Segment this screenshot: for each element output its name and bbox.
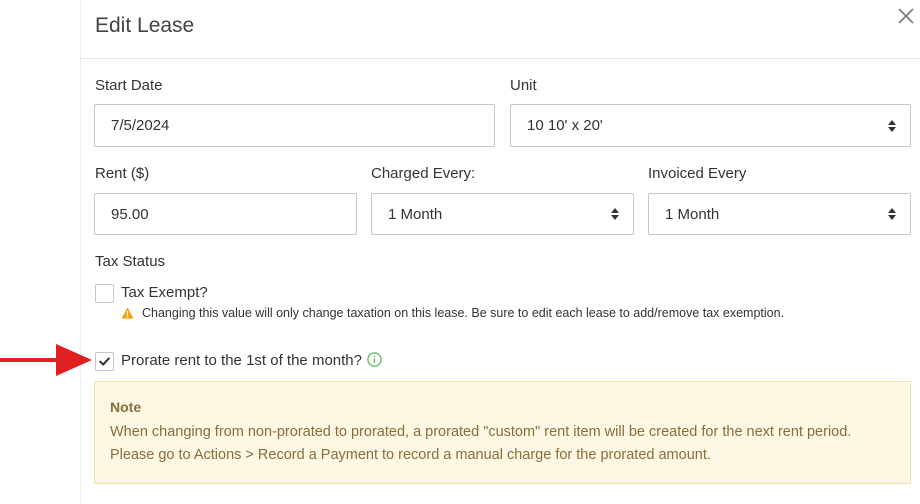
warning-triangle-icon [121,307,134,319]
start-date-input[interactable] [111,117,478,134]
close-icon [898,8,914,24]
select-arrows-icon [611,208,619,220]
prorate-checkbox[interactable] [95,352,114,371]
close-button[interactable] [894,4,918,28]
header-divider [80,58,920,59]
unit-label: Unit [510,77,537,94]
unit-select-value: 10 10' x 20' [527,117,603,134]
rent-field[interactable] [94,193,357,235]
prorate-note-box: Note When changing from non-prorated to … [94,381,911,484]
invoiced-every-value: 1 Month [665,205,720,223]
charged-every-select[interactable]: 1 Month [371,193,634,235]
charged-every-value: 1 Month [388,205,443,223]
select-arrows-icon [888,208,896,220]
start-date-field[interactable] [94,104,495,147]
tax-exempt-checkbox[interactable] [95,284,114,303]
prorate-label[interactable]: Prorate rent to the 1st of the month? [121,352,362,369]
rent-label: Rent ($) [95,165,150,182]
invoiced-every-select[interactable]: 1 Month [648,193,911,235]
rent-input[interactable] [111,205,340,223]
note-title: Note [110,399,142,415]
dialog-title: Edit Lease [95,14,195,37]
tax-status-label: Tax Status [95,253,166,270]
start-date-label: Start Date [95,77,163,94]
dialog-left-edge [80,0,81,504]
red-arrow-annotation [0,344,92,376]
tax-exempt-warning: Changing this value will only change tax… [121,306,784,320]
unit-select[interactable]: 10 10' x 20' [510,104,911,147]
invoiced-every-label: Invoiced Every [648,165,747,182]
tax-exempt-warning-text: Changing this value will only change tax… [142,306,785,320]
select-arrows-icon [888,119,896,132]
charged-every-label: Charged Every: [371,165,476,182]
tax-exempt-label[interactable]: Tax Exempt? [121,284,208,301]
info-circle-icon [367,352,382,367]
checkmark-icon [99,357,110,366]
prorate-info-button[interactable] [367,352,382,367]
note-line-1: When changing from non-prorated to prora… [110,424,852,440]
note-line-2: Please go to Actions > Record a Payment … [110,447,711,463]
